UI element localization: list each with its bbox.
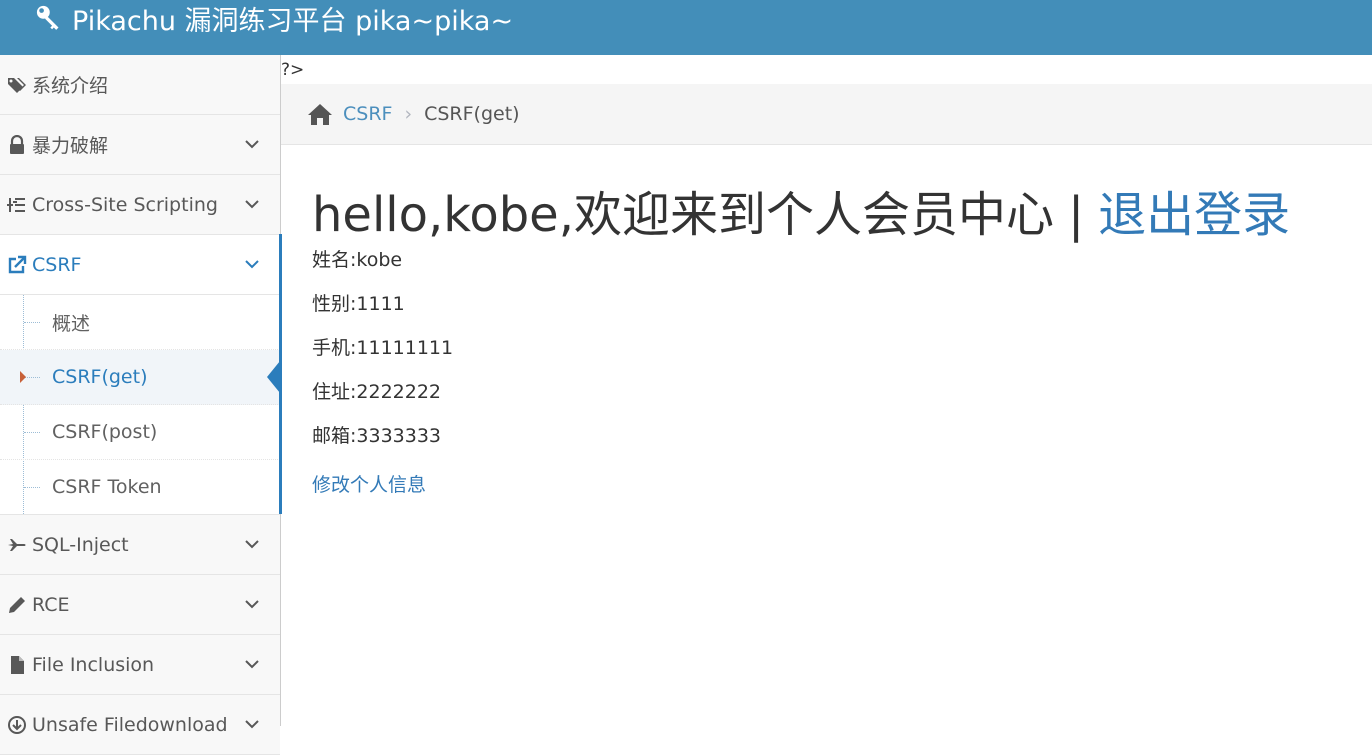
sidebar-item-label: 暴力破解 — [32, 135, 109, 157]
sidebar-item-intro[interactable]: 系统介绍 — [0, 55, 280, 115]
plane-icon — [6, 534, 28, 556]
chevron-down-icon — [245, 540, 259, 549]
chevron-down-icon — [245, 720, 259, 729]
info-address: 住址:2222222 — [312, 381, 442, 403]
sidebar-item-label: Cross-Site Scripting — [32, 193, 218, 216]
greeting-text: hello,kobe,欢迎来到个人会员中心 — [312, 187, 1054, 243]
file-icon — [6, 654, 28, 676]
info-gender: 性别:1111 — [312, 293, 405, 315]
info-phone: 手机:11111111 — [312, 337, 454, 359]
sidebar-subitem-label: CSRF(get) — [52, 366, 148, 388]
chevron-down-icon — [245, 140, 259, 149]
title-separator: | — [1067, 187, 1085, 243]
sidebar-subitem-csrf-token[interactable]: CSRF Token — [0, 460, 280, 514]
sidebar-item-label: CSRF — [32, 253, 82, 276]
sidebar-item-bruteforce[interactable]: 暴力破解 — [0, 115, 280, 175]
chevron-right-icon: › — [404, 103, 413, 125]
active-pointer-icon — [267, 361, 280, 393]
sidebar-subitem-csrf-get[interactable]: CSRF(get) — [0, 350, 280, 405]
brand[interactable]: Pikachu 漏洞练习平台 pika~pika~ — [34, 0, 513, 38]
logout-link[interactable]: 退出登录 — [1098, 187, 1290, 243]
lock-icon — [6, 134, 28, 156]
sidebar-item-label: 系统介绍 — [32, 75, 109, 97]
breadcrumb: CSRF › CSRF(get) — [281, 84, 1372, 145]
sidebar-item-xss[interactable]: Cross-Site Scripting — [0, 175, 280, 235]
member-center: hello,kobe,欢迎来到个人会员中心 | 退出登录 姓名:kobe 性别:11… — [312, 180, 1290, 497]
sidebar-item-label: File Inclusion — [32, 653, 155, 676]
info-name: 姓名:kobe — [312, 249, 403, 271]
brand-title: Pikachu 漏洞练习平台 pika~pika~ — [72, 6, 514, 37]
sidebar-subitem-label: CSRF Token — [52, 476, 162, 498]
chevron-down-icon — [245, 260, 259, 269]
page-title: hello,kobe,欢迎来到个人会员中心 | 退出登录 — [312, 180, 1290, 250]
sidebar-item-rce[interactable]: RCE — [0, 575, 280, 635]
sidebar: 系统介绍 暴力破解 Cross-Site Scripting CSRF 概述 C… — [0, 55, 282, 755]
sidebar-item-label: Unsafe Filedownload — [32, 713, 228, 736]
top-navbar: Pikachu 漏洞练习平台 pika~pika~ — [0, 0, 1372, 55]
pencil-icon — [6, 594, 28, 616]
php-leftover-text: ?> — [281, 60, 305, 80]
breadcrumb-current: CSRF(get) — [424, 103, 520, 125]
chevron-down-icon — [245, 660, 259, 669]
sidebar-item-csrf[interactable]: CSRF — [0, 234, 282, 295]
sidebar-subitem-label: CSRF(post) — [52, 421, 158, 443]
sidebar-subitem-label: 概述 — [52, 312, 91, 335]
sidebar-item-file-inclusion[interactable]: File Inclusion — [0, 635, 280, 695]
home-icon[interactable] — [307, 101, 333, 127]
download-circle-icon — [6, 714, 28, 736]
breadcrumb-link-csrf[interactable]: CSRF — [343, 103, 392, 125]
sidebar-item-sqli[interactable]: SQL-Inject — [0, 515, 280, 575]
sidebar-item-label: RCE — [32, 593, 70, 616]
info-email: 邮箱:3333333 — [312, 425, 442, 447]
tags-icon — [6, 74, 28, 96]
sidebar-subitem-overview[interactable]: 概述 — [0, 295, 280, 350]
sidebar-item-unsafe-download[interactable]: Unsafe Filedownload — [0, 695, 280, 755]
share-square-icon — [6, 254, 28, 276]
chevron-down-icon — [245, 200, 259, 209]
csrf-submenu: 概述 CSRF(get) CSRF(post) CSRF Token — [0, 295, 282, 515]
edit-profile-link[interactable]: 修改个人信息 — [312, 470, 1290, 497]
chevron-down-icon — [245, 600, 259, 609]
key-icon — [34, 3, 72, 35]
caret-right-icon — [20, 371, 26, 383]
sidebar-subitem-csrf-post[interactable]: CSRF(post) — [0, 405, 280, 460]
list-tree-icon — [6, 194, 28, 216]
sidebar-item-label: SQL-Inject — [32, 533, 129, 556]
